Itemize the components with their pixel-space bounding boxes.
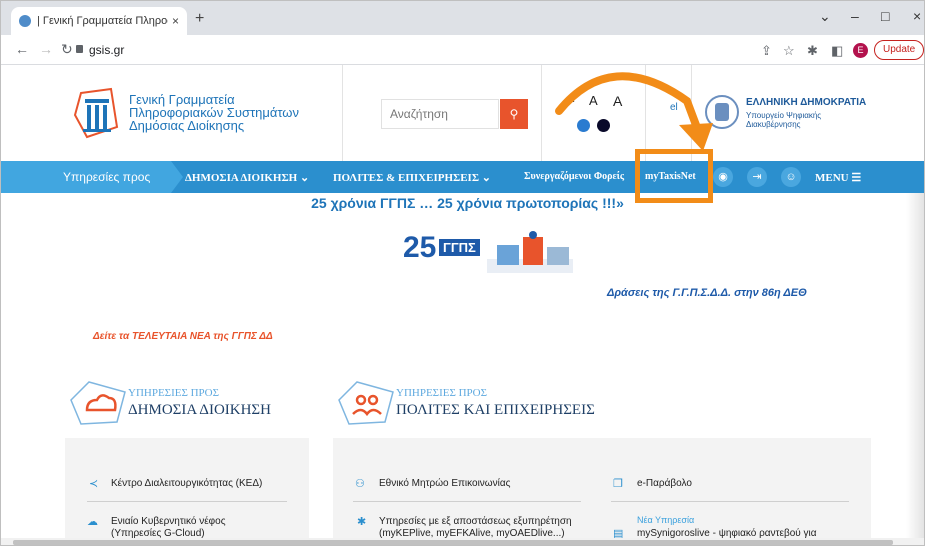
extensions-puzzle-icon[interactable]: ✱ (807, 43, 818, 59)
nav-citizens-label: ΠΟΛΙΤΕΣ & ΕΠΙΧΕΙΡΗΣΕΙΣ (333, 172, 480, 184)
nav-services-label: Υπηρεσίες προς (1, 161, 183, 193)
nav-public-admin[interactable]: ΔΗΜΟΣΙΑ ΔΙΟΙΚΗΣΗ ⌄ (185, 171, 309, 184)
url-field[interactable]: gsis.gr (89, 43, 124, 57)
site-favicon-icon (19, 15, 31, 27)
share-nodes-icon: ≺ (89, 478, 99, 490)
share-icon[interactable]: ⇪ (761, 43, 772, 59)
registry-link[interactable]: Εθνικό Μητρώο Επικοινωνίας (379, 478, 510, 490)
tab-search-dropdown-icon[interactable]: ⌄ (819, 8, 831, 25)
org-name[interactable]: Γενική Γραμματεία Πληροφοριακών Συστημάτ… (129, 93, 299, 132)
back-arrow-icon[interactable]: ← (15, 41, 29, 57)
document-copy-icon: ❐ (613, 478, 623, 490)
people-icon: ⚇ (355, 478, 365, 490)
anniversary-org: ΓΓΠΣ (439, 239, 480, 256)
cloud-icon: ☁ (87, 516, 98, 528)
gsis-logo-icon[interactable] (71, 87, 121, 141)
main-nav: Υπηρεσίες προς ΔΗΜΟΣΙΑ ΔΙΟΙΚΗΣΗ ⌄ ΠΟΛΙΤΕ… (1, 161, 924, 193)
search-input[interactable]: Αναζήτηση (381, 99, 499, 129)
maximize-button[interactable]: □ (881, 8, 889, 24)
search-button[interactable]: ⚲ (500, 99, 528, 129)
nav-partners[interactable]: Συνεργαζόμενοι Φορείς (524, 171, 624, 182)
address-bar: ← → ↻ gsis.gr ⇪ ☆ ✱ ◧ E Update (1, 35, 924, 65)
section-public-small: ΥΠΗΡΕΣΙΕΣ ΠΡΟΣ (128, 387, 220, 399)
ked-link[interactable]: Κέντρο Διαλειτουργικότητας (ΚΕΔ) (111, 478, 262, 490)
site-header: Γενική Γραμματεία Πληροφοριακών Συστημάτ… (1, 65, 924, 161)
page-edge-shadow (906, 193, 924, 538)
latest-news-link[interactable]: Δείτε τα ΤΕΛΕΥΤΑΙΑ ΝΕΑ της ΓΓΠΣ ΔΔ (93, 331, 273, 342)
scrollbar-thumb[interactable] (13, 540, 893, 545)
people-section-icon (338, 381, 394, 425)
new-service-badge: Νέα Υπηρεσία (637, 515, 695, 525)
item-divider (611, 501, 849, 502)
cloud-section-icon (70, 381, 126, 425)
gcloud-line: Ενιαίο Κυβερνητικό νέφος (111, 516, 226, 527)
anniversary-number: 25 (403, 231, 437, 264)
section-citizens-title[interactable]: ΠΟΛΙΤΕΣ ΚΑΙ ΕΠΙΧΕΙΡΗΣΕΙΣ (396, 402, 595, 419)
anniversary-logo[interactable]: 25 ΓΓΠΣ (403, 229, 573, 273)
anniversary-headline[interactable]: 25 χρόνια ΓΓΠΣ … 25 χρόνια πρωτοπορίας !… (1, 195, 924, 211)
section-public-title[interactable]: ΔΗΜΟΣΙΑ ΔΙΟΙΚΗΣΗ (128, 402, 271, 419)
item-divider (87, 501, 287, 502)
rss-icon[interactable]: ◉ (713, 167, 733, 187)
deth-link[interactable]: Δράσεις της Γ.Γ.Π.Σ.Δ.Δ. στην 86η ΔΕΘ (607, 287, 807, 299)
user-icon[interactable]: ☺ (781, 167, 801, 187)
browser-tab[interactable]: | Γενική Γραμματεία Πληροφορια × (11, 7, 187, 35)
chevron-down-icon: ⌄ (481, 172, 491, 184)
new-tab-button[interactable]: + (195, 10, 204, 28)
anniversary-illustration-icon (487, 231, 573, 273)
forward-arrow-icon[interactable]: → (39, 41, 53, 57)
remote-line: Υπηρεσίες με εξ αποστάσεως εξυπηρέτηση (379, 516, 572, 527)
browser-window: | Γενική Γραμματεία Πληροφορια × + ⌄ – □… (0, 0, 925, 546)
section-citizens-small: ΥΠΗΡΕΣΙΕΣ ΠΡΟΣ (396, 387, 488, 399)
nav-menu[interactable]: MENU ☰ (815, 171, 861, 184)
tab-close-icon[interactable]: × (172, 14, 179, 28)
eparavolo-link[interactable]: e-Παράβολο (637, 478, 692, 490)
gear-icon: ✱ (357, 516, 367, 528)
side-panel-icon[interactable]: ◧ (831, 43, 843, 59)
org-name-line: Δημόσιας Διοίκησης (129, 118, 245, 133)
remote-services-link[interactable]: Υπηρεσίες με εξ αποστάσεως εξυπηρέτηση (… (379, 516, 572, 540)
header-divider (342, 65, 343, 161)
bookmark-star-icon[interactable]: ☆ (783, 43, 795, 59)
minimize-button[interactable]: – (851, 8, 859, 24)
nav-citizens[interactable]: ΠΟΛΙΤΕΣ & ΕΠΙΧΕΙΡΗΣΕΙΣ ⌄ (333, 171, 491, 184)
gov-title: ΕΛΛΗΝΙΚΗ ΔΗΜΟΚΡΑΤΙΑ (746, 97, 867, 108)
gov-ministry: Υπουργείο Ψηφιακής Διακυβέρνησης (746, 111, 822, 129)
search-icon: ⚲ (509, 107, 519, 121)
close-window-button[interactable]: × (913, 8, 921, 24)
update-button[interactable]: Update (874, 40, 924, 60)
chevron-down-icon: ⌄ (299, 172, 310, 184)
nav-public-admin-label: ΔΗΜΟΣΙΑ ΔΙΟΙΚΗΣΗ (185, 172, 298, 184)
tab-title: | Γενική Γραμματεία Πληροφορια (37, 15, 168, 27)
tab-bar: | Γενική Γραμματεία Πληροφορια × + ⌄ – □… (1, 1, 924, 35)
lock-icon[interactable] (76, 45, 83, 53)
item-divider (353, 501, 581, 502)
hamburger-icon: ☰ (851, 172, 862, 184)
reload-icon[interactable]: ↻ (61, 41, 73, 58)
menu-label: MENU (815, 172, 849, 184)
gcloud-link[interactable]: Ενιαίο Κυβερνητικό νέφος (Υπηρεσίες G-Cl… (111, 516, 226, 540)
profile-avatar[interactable]: E (853, 43, 868, 58)
login-icon[interactable]: ⇥ (747, 167, 767, 187)
